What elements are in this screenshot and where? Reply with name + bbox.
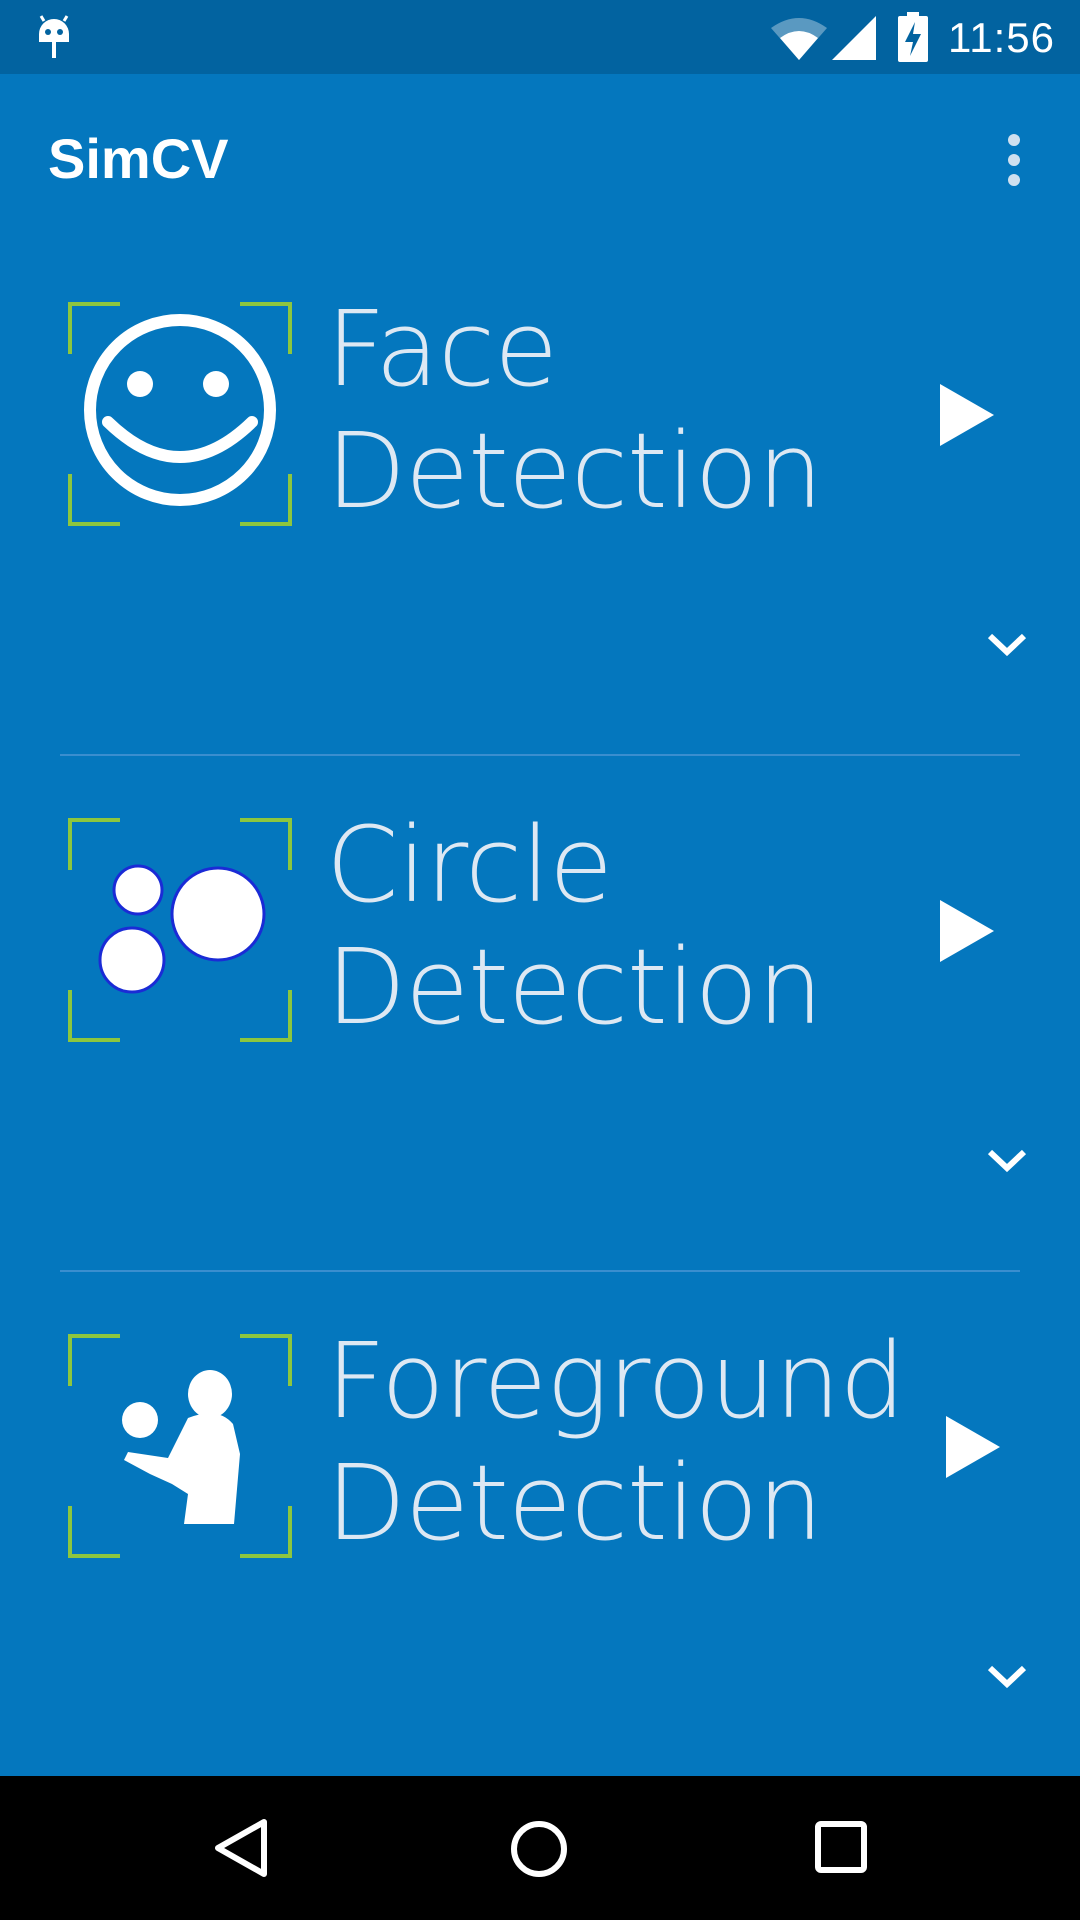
card-title: Face Detection xyxy=(326,288,823,532)
play-icon[interactable] xyxy=(936,1412,1006,1482)
card-title-line2: Detection xyxy=(326,410,823,532)
divider xyxy=(60,1270,1020,1272)
smiley-face-icon xyxy=(68,302,292,526)
person-juggling-icon xyxy=(68,1334,292,1558)
app-title: SimCV xyxy=(48,127,229,190)
card-title-line1: Circle xyxy=(326,804,613,926)
recents-icon[interactable] xyxy=(810,1816,872,1878)
navigation-bar xyxy=(0,1776,1080,1920)
card-foreground-detection[interactable]: Foreground Detection xyxy=(0,1320,1080,1849)
app-bar: SimCV xyxy=(0,74,1080,244)
play-icon[interactable] xyxy=(930,896,1000,966)
chevron-down-icon[interactable] xyxy=(982,628,1032,662)
card-title: Circle Detection xyxy=(326,804,823,1048)
card-circle-detection[interactable]: Circle Detection xyxy=(0,804,1080,1333)
divider xyxy=(60,754,1020,756)
circles-icon xyxy=(68,818,292,1042)
card-title-line2: Detection xyxy=(326,926,823,1048)
card-title-line1: Face xyxy=(326,288,558,410)
card-title-line1: Foreground xyxy=(326,1320,906,1442)
back-icon[interactable] xyxy=(210,1816,274,1880)
battery-charging-icon xyxy=(898,12,928,62)
card-title: Foreground Detection xyxy=(326,1320,906,1564)
android-icon xyxy=(39,15,69,58)
chevron-down-icon[interactable] xyxy=(982,1144,1032,1178)
card-face-detection[interactable]: Face Detection xyxy=(0,288,1080,817)
cell-signal-icon xyxy=(832,16,876,60)
home-icon[interactable] xyxy=(506,1816,572,1882)
wifi-icon xyxy=(771,18,827,60)
more-vert-icon[interactable] xyxy=(990,130,1038,194)
status-bar: 11:56 xyxy=(0,0,1080,74)
play-icon[interactable] xyxy=(930,380,1000,450)
status-clock: 11:56 xyxy=(948,14,1055,61)
chevron-down-icon[interactable] xyxy=(982,1660,1032,1694)
card-title-line2: Detection xyxy=(326,1442,823,1564)
